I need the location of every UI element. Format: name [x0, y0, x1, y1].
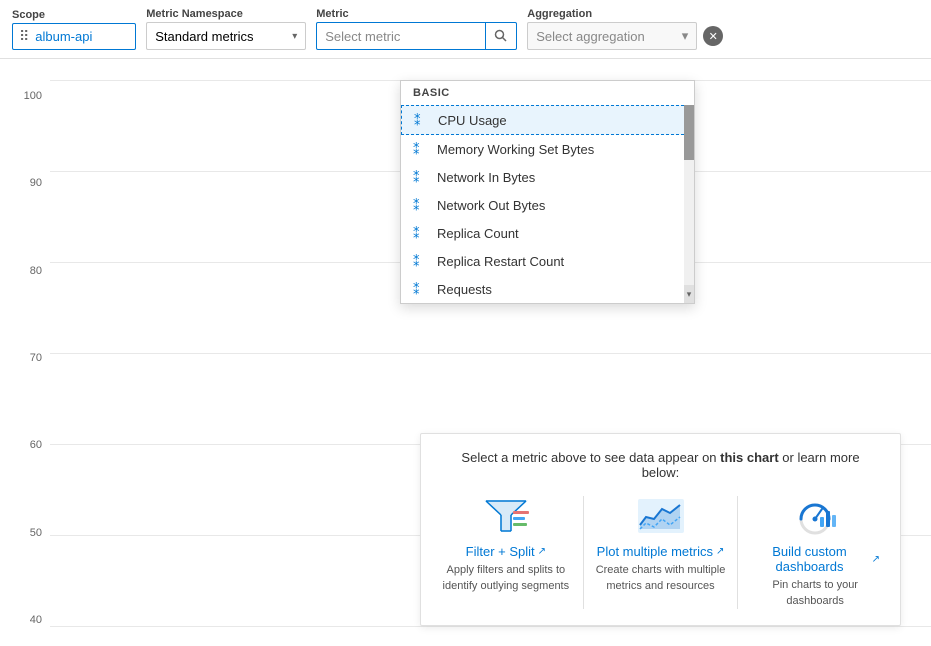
- dropdown-item-label-requests: Requests: [437, 282, 492, 297]
- grid-line-7: [50, 626, 931, 627]
- divider-2: [737, 496, 738, 609]
- aggregation-chevron-icon: ▾: [682, 28, 689, 44]
- plot-metrics-icon: [636, 496, 686, 536]
- filter-split-external-icon: ↗: [538, 546, 546, 557]
- dashboards-desc: Pin charts to your dashboards: [750, 578, 880, 609]
- filter-split-svg: [481, 497, 531, 535]
- scrollbar-thumb[interactable]: [684, 105, 694, 160]
- y-tick-50: 50: [8, 527, 42, 539]
- aggregation-group: Aggregation Select aggregation ▾ ✕: [527, 8, 723, 50]
- y-tick-80: 80: [8, 265, 42, 277]
- dashboards-external-icon: ↗: [872, 554, 880, 565]
- metric-group: Metric Select metric: [316, 8, 517, 50]
- svg-text:⁑: ⁑: [413, 142, 420, 157]
- dropdown-item-network-in[interactable]: ⁑ Network In Bytes: [401, 163, 694, 191]
- y-tick-60: 60: [8, 439, 42, 451]
- dropdown-item-label-memory: Memory Working Set Bytes: [437, 142, 594, 157]
- toolbar: Scope ⠿ Metric Namespace Standard metric…: [0, 0, 931, 59]
- y-tick-100: 100: [8, 90, 42, 102]
- plot-metrics-desc: Create charts with multiple metrics and …: [596, 563, 726, 594]
- aggregation-label: Aggregation: [527, 8, 723, 20]
- scrollbar-track[interactable]: ▾: [684, 105, 694, 303]
- metric-dropdown-menu: BASIC ⁑ CPU Usage ⁑ Memory Working Set B…: [400, 80, 695, 304]
- dropdown-item-label-replica-restart: Replica Restart Count: [437, 254, 564, 269]
- filter-split-title[interactable]: Filter + Split ↗: [466, 544, 546, 559]
- info-cards: Filter + Split ↗ Apply filters and split…: [441, 496, 880, 609]
- y-tick-90: 90: [8, 177, 42, 189]
- dropdown-item-label-network-out: Network Out Bytes: [437, 198, 545, 213]
- namespace-group: Metric Namespace Standard metrics ▾: [146, 8, 306, 50]
- search-icon: [494, 29, 508, 43]
- svg-text:⁑: ⁑: [413, 254, 420, 269]
- metric-icon-replica-count: ⁑: [413, 225, 429, 241]
- scope-input[interactable]: [35, 25, 135, 48]
- info-panel-title: Select a metric above to see data appear…: [441, 450, 880, 480]
- namespace-value: Standard metrics: [155, 29, 253, 44]
- svg-text:⁑: ⁑: [413, 198, 420, 213]
- y-tick-40: 40: [8, 614, 42, 626]
- dashboard-icon: [790, 496, 840, 536]
- dropdown-item-requests[interactable]: ⁑ Requests: [401, 275, 694, 303]
- metric-icon-memory: ⁑: [413, 141, 429, 157]
- dropdown-item-cpu[interactable]: ⁑ CPU Usage: [401, 105, 694, 135]
- dropdown-item-network-out[interactable]: ⁑ Network Out Bytes: [401, 191, 694, 219]
- namespace-chevron-icon: ▾: [292, 31, 297, 42]
- plot-metrics-title[interactable]: Plot multiple metrics ↗: [597, 544, 725, 559]
- svg-text:⁑: ⁑: [413, 170, 420, 185]
- namespace-dropdown[interactable]: Standard metrics ▾: [146, 22, 306, 50]
- scope-dots-icon: ⠿: [13, 24, 35, 49]
- namespace-label: Metric Namespace: [146, 8, 306, 20]
- grid-line-4: [50, 353, 931, 354]
- scrollbar-down-arrow[interactable]: ▾: [684, 285, 694, 303]
- dashboards-title[interactable]: Build custom dashboards ↗: [750, 544, 880, 574]
- info-panel: Select a metric above to see data appear…: [420, 433, 901, 626]
- scope-input-wrapper[interactable]: ⠿: [12, 23, 136, 50]
- scope-group: Scope ⠿: [12, 9, 136, 50]
- metric-dropdown[interactable]: Select metric: [316, 22, 486, 50]
- dropdown-item-replica-count[interactable]: ⁑ Replica Count: [401, 219, 694, 247]
- svg-text:⁑: ⁑: [414, 113, 421, 128]
- y-axis: 100 90 80 70 60 50 40: [0, 80, 50, 646]
- filter-split-icon: [481, 496, 531, 536]
- main-container: Scope ⠿ Metric Namespace Standard metric…: [0, 0, 931, 646]
- metric-icon-requests: ⁑: [413, 281, 429, 297]
- metric-icon-cpu: ⁑: [414, 112, 430, 128]
- info-card-filter-split: Filter + Split ↗ Apply filters and split…: [441, 496, 571, 609]
- metric-icon-network-out: ⁑: [413, 197, 429, 213]
- aggregation-placeholder: Select aggregation: [536, 29, 644, 44]
- plot-metrics-svg: [636, 497, 686, 535]
- dropdown-item-memory[interactable]: ⁑ Memory Working Set Bytes: [401, 135, 694, 163]
- dropdown-item-replica-restart[interactable]: ⁑ Replica Restart Count: [401, 247, 694, 275]
- aggregation-dropdown[interactable]: Select aggregation ▾: [527, 22, 697, 50]
- filter-split-desc: Apply filters and splits to identify out…: [441, 563, 571, 594]
- metric-icon-network-in: ⁑: [413, 169, 429, 185]
- info-card-plot-metrics: Plot multiple metrics ↗ Create charts wi…: [596, 496, 726, 609]
- dropdown-section-header: BASIC: [401, 81, 694, 105]
- dropdown-item-label-replica-count: Replica Count: [437, 226, 519, 241]
- svg-text:⁑: ⁑: [413, 282, 420, 297]
- info-card-dashboards: Build custom dashboards ↗ Pin charts to …: [750, 496, 880, 609]
- metric-placeholder: Select metric: [325, 29, 400, 44]
- plot-metrics-external-icon: ↗: [716, 546, 724, 557]
- dropdown-item-label-network-in: Network In Bytes: [437, 170, 535, 185]
- y-tick-70: 70: [8, 352, 42, 364]
- metric-search-button[interactable]: [486, 22, 517, 50]
- close-button[interactable]: ✕: [703, 26, 723, 46]
- dropdown-item-label-cpu: CPU Usage: [438, 113, 507, 128]
- scope-label: Scope: [12, 9, 136, 21]
- metric-label: Metric: [316, 8, 517, 20]
- svg-text:⁑: ⁑: [413, 226, 420, 241]
- metric-icon-replica-restart: ⁑: [413, 253, 429, 269]
- divider-1: [583, 496, 584, 609]
- dashboard-svg: [790, 497, 840, 535]
